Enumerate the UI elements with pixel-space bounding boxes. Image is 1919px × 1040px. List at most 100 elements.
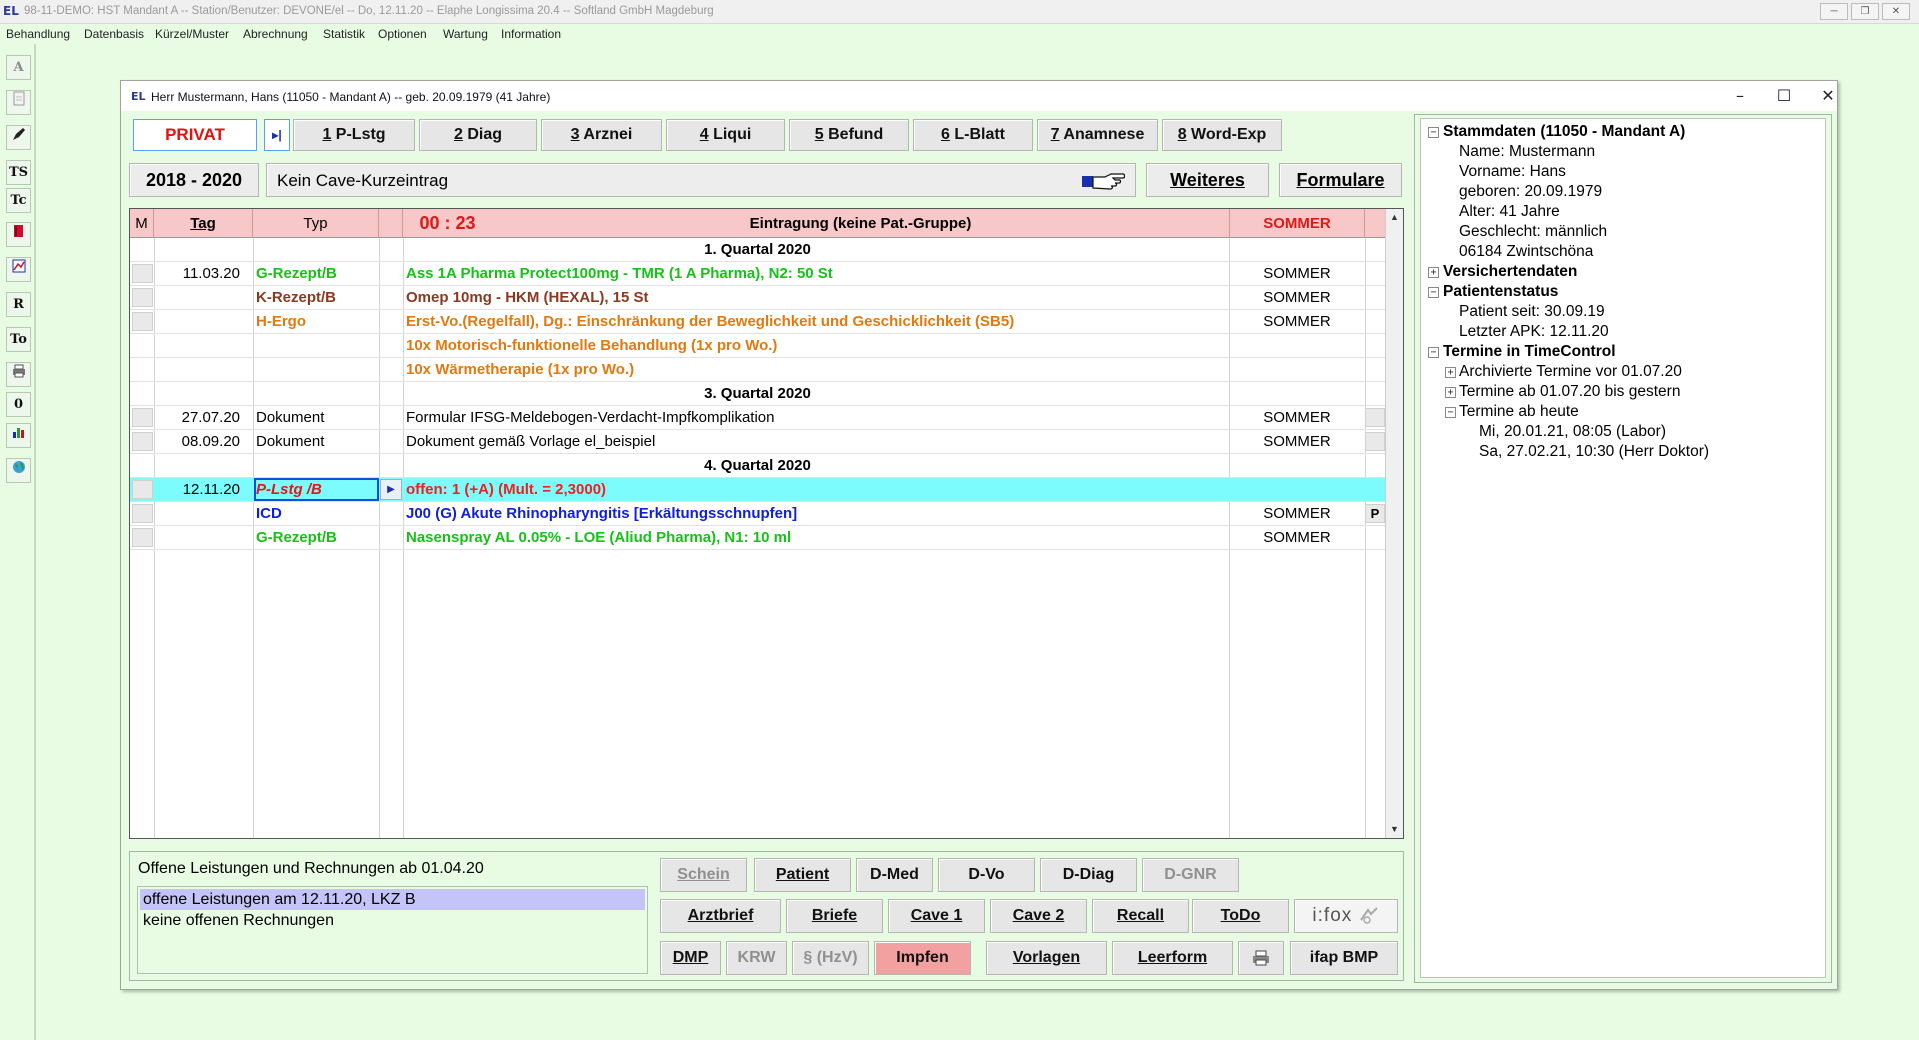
tree-patientenstatus[interactable]: Patientenstatus	[1443, 282, 1558, 302]
tree-termine-timecontrol[interactable]: Termine in TimeControl	[1443, 342, 1616, 362]
menu-datenbasis[interactable]: Datenbasis	[84, 27, 144, 41]
journal-row[interactable]: 27.07.20 Dokument Formular IFSG-Meldebogen…	[130, 406, 1385, 430]
patient-button[interactable]: Patient	[754, 858, 851, 892]
quarter-section-row[interactable]: 4. Quartal 2020	[130, 454, 1385, 478]
krw-button[interactable]: KRW	[726, 941, 787, 975]
journal-row[interactable]: ICD J00 (G) Akute Rhinopharyngitis [Erkäl…	[130, 502, 1385, 526]
toolbar-a-button[interactable]: A	[6, 55, 31, 80]
quarter-section-row[interactable]: 1. Quartal 2020	[130, 238, 1385, 262]
toolbar-pen-icon[interactable]	[6, 125, 31, 150]
tab-diag[interactable]: 2 Diag	[419, 119, 537, 151]
cave-field[interactable]: Kein Cave-Kurzeintrag	[266, 163, 1136, 197]
scroll-down-arrow-icon[interactable]: ▼	[1386, 821, 1403, 838]
tree-versichertendaten[interactable]: Versichertendaten	[1443, 262, 1577, 282]
tab-word-exp[interactable]: 8 Word-Exp	[1162, 119, 1282, 151]
menu-statistik[interactable]: Statistik	[323, 27, 365, 41]
row-marker-cell[interactable]	[132, 480, 153, 499]
row-expand-arrow-icon[interactable]: ▶	[380, 479, 402, 500]
dmp-button[interactable]: DMP	[660, 941, 721, 975]
tab-anamnese[interactable]: 7 Anamnese	[1037, 119, 1158, 151]
menu-abrechnung[interactable]: Abrechnung	[243, 27, 308, 41]
todo-button[interactable]: ToDo	[1192, 899, 1289, 933]
tree-termin-1[interactable]: Mi, 20.01.21, 08:05 (Labor)	[1479, 422, 1666, 442]
weiteres-button[interactable]: Weiteres	[1146, 163, 1269, 197]
tree-patient-seit[interactable]: Patient seit: 30.09.19	[1459, 302, 1605, 322]
tree-geschlecht[interactable]: Geschlecht: männlich	[1459, 222, 1607, 242]
row-marker-cell[interactable]	[132, 504, 153, 523]
journal-scrollbar[interactable]: ▲ ▼	[1385, 209, 1403, 838]
tree-vorname[interactable]: Vorname: Hans	[1459, 162, 1566, 182]
menu-information[interactable]: Information	[501, 27, 561, 41]
vorlagen-button[interactable]: Vorlagen	[986, 941, 1107, 975]
toolbar-ts-button[interactable]: TS	[6, 160, 31, 185]
toolbar-r-button[interactable]: R	[6, 292, 31, 317]
tree-geboren[interactable]: geboren: 20.09.1979	[1459, 182, 1602, 202]
expand-versicherten-icon[interactable]: +	[1428, 267, 1439, 278]
tree-termin-2[interactable]: Sa, 27.02.21, 10:30 (Herr Doktor)	[1479, 442, 1709, 462]
col-user-header[interactable]: SOMMER	[1230, 209, 1365, 238]
toolbar-tc-button[interactable]: Tc	[6, 188, 31, 213]
row-flag[interactable]	[1365, 432, 1385, 451]
row-marker-cell[interactable]	[132, 408, 153, 427]
schein-button[interactable]: Schein	[660, 858, 747, 892]
print-button[interactable]	[1238, 941, 1284, 975]
collapse-termine-icon[interactable]: −	[1428, 347, 1439, 358]
col-tag-header[interactable]: Tag	[154, 209, 253, 238]
tab-befund[interactable]: 5 Befund	[789, 119, 909, 151]
toolbar-form-icon[interactable]	[6, 90, 31, 115]
pointing-hand-icon[interactable]	[1081, 170, 1125, 192]
app-restore-button[interactable]: ❐	[1851, 3, 1879, 20]
ifap-bmp-button[interactable]: ifap BMP	[1290, 941, 1398, 975]
scroll-up-arrow-icon[interactable]: ▲	[1386, 209, 1403, 226]
journal-row[interactable]: 08.09.20 Dokument Dokument gemäß Vorlage e…	[130, 430, 1385, 454]
years-button[interactable]: 2018 - 2020	[129, 163, 259, 197]
journal-row[interactable]: 11.03.20 G-Rezept/B Ass 1A Pharma Protect1…	[130, 262, 1385, 286]
tree-stammdaten[interactable]: Stammdaten (11050 - Mandant A)	[1443, 122, 1685, 142]
cave2-button[interactable]: Cave 2	[990, 899, 1087, 933]
d-vo-button[interactable]: D-Vo	[938, 858, 1035, 892]
tree-ort[interactable]: 06184 Zwintschöna	[1459, 242, 1593, 262]
toolbar-to-button[interactable]: To	[6, 327, 31, 352]
d-gnr-button[interactable]: D-GNR	[1142, 858, 1239, 892]
ifox-button[interactable]: i:fox	[1294, 899, 1398, 933]
tree-letzter-apk[interactable]: Letzter APK: 12.11.20	[1459, 322, 1609, 342]
col-typ-header[interactable]: Typ	[253, 209, 379, 238]
formulare-button[interactable]: Formulare	[1279, 163, 1402, 197]
toolbar-globe-icon[interactable]	[6, 458, 31, 483]
window-maximize-button[interactable]: ☐	[1769, 85, 1799, 107]
app-minimize-button[interactable]: ─	[1820, 3, 1848, 20]
tree-termine-bis-gestern[interactable]: Termine ab 01.07.20 bis gestern	[1459, 382, 1680, 402]
privat-button[interactable]: PRIVAT	[133, 119, 257, 151]
window-minimize-button[interactable]: –	[1725, 85, 1755, 107]
journal-row[interactable]: G-Rezept/B Nasenspray AL 0.05% - LOE (Ali…	[130, 526, 1385, 550]
toolbar-book-icon[interactable]	[6, 222, 31, 247]
hzv-button[interactable]: § (HzV)	[792, 941, 869, 975]
row-marker-cell[interactable]	[132, 264, 153, 283]
row-marker-cell[interactable]	[132, 288, 153, 307]
cave1-button[interactable]: Cave 1	[888, 899, 985, 933]
journal-row[interactable]: 10x Wärmetherapie (1x pro Wo.)	[130, 358, 1385, 382]
open-item-leistungen[interactable]: offene Leistungen am 12.11.20, LKZ B	[140, 889, 645, 910]
briefe-button[interactable]: Briefe	[786, 899, 883, 933]
row-marker-cell[interactable]	[132, 432, 153, 451]
recall-button[interactable]: Recall	[1092, 899, 1189, 933]
expand-bis-gestern-icon[interactable]: +	[1445, 387, 1456, 398]
menu-kuerzel-muster[interactable]: Kürzel/Muster	[155, 27, 229, 41]
tab-l-blatt[interactable]: 6 L-Blatt	[913, 119, 1033, 151]
row-marker-cell[interactable]	[132, 312, 153, 331]
collapse-stammdaten-icon[interactable]: −	[1428, 127, 1439, 138]
row-flag[interactable]	[1365, 408, 1385, 427]
collapse-patientenstatus-icon[interactable]: −	[1428, 287, 1439, 298]
col-entry-header[interactable]: Eintragung (keine Pat.-Gruppe)	[492, 209, 1230, 238]
tab-arznei[interactable]: 3 Arznei	[541, 119, 662, 151]
journal-row[interactable]: H-Ergo Erst-Vo.(Regelfall), Dg.: Einschrä…	[130, 310, 1385, 334]
toolbar-printer-icon[interactable]	[6, 362, 31, 387]
quarter-section-row[interactable]: 3. Quartal 2020	[130, 382, 1385, 406]
row-type[interactable]: P-Lstg /B	[253, 478, 379, 501]
d-med-button[interactable]: D-Med	[856, 858, 933, 892]
tab-liqui[interactable]: 4 Liqui	[666, 119, 785, 151]
arztbrief-button[interactable]: Arztbrief	[660, 899, 781, 933]
journal-row[interactable]: K-Rezept/B Omep 10mg - HKM (HEXAL), 15 St…	[130, 286, 1385, 310]
menu-behandlung[interactable]: Behandlung	[6, 27, 70, 41]
row-flag[interactable]: P	[1365, 504, 1385, 523]
